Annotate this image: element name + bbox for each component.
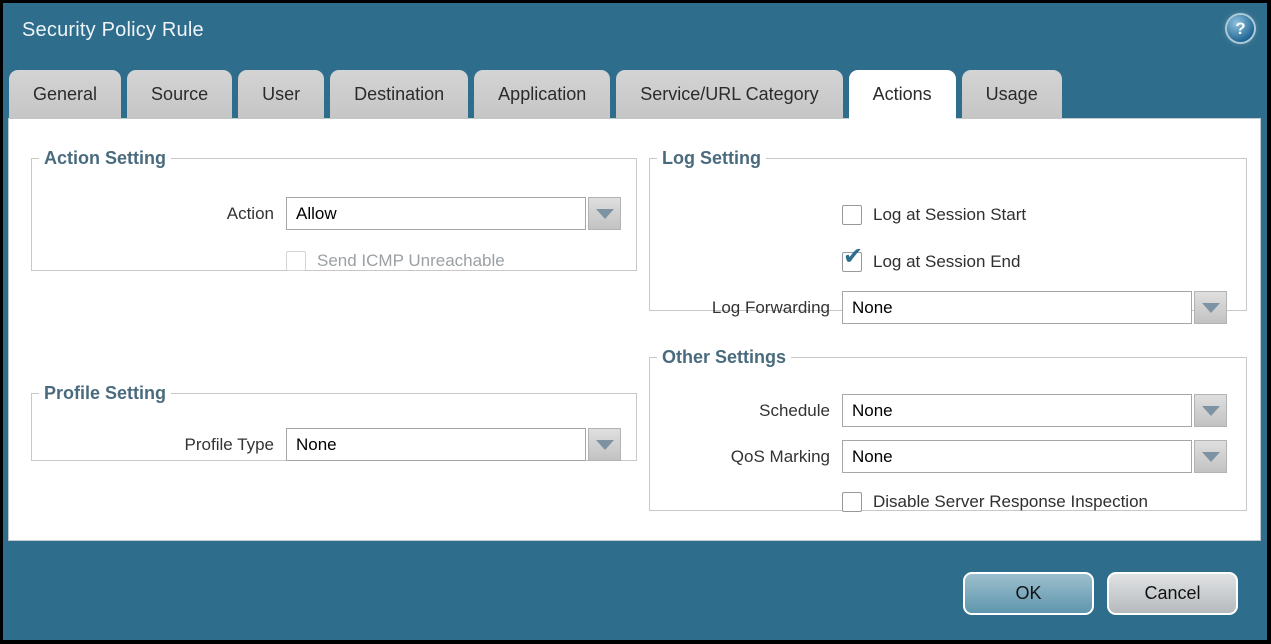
chevron-down-icon — [1202, 452, 1220, 462]
schedule-dropdown-value[interactable] — [842, 394, 1192, 427]
dsri-row: ✔ Disable Server Response Inspection — [659, 492, 1237, 512]
log-forwarding-dropdown-value[interactable] — [842, 291, 1192, 324]
log-session-start-row: ✔ Log at Session Start — [659, 205, 1237, 225]
log-session-start-label: Log at Session Start — [873, 205, 1026, 225]
tab-general[interactable]: General — [9, 70, 121, 119]
profile-type-label: Profile Type — [41, 435, 286, 455]
profile-type-dropdown-value[interactable] — [286, 428, 586, 461]
log-forwarding-dropdown — [842, 291, 1227, 324]
log-forwarding-dropdown-button[interactable] — [1194, 291, 1227, 324]
send-icmp-label: Send ICMP Unreachable — [317, 251, 505, 271]
cancel-button[interactable]: Cancel — [1107, 572, 1238, 615]
dsri-checkbox[interactable]: ✔ — [842, 492, 862, 512]
send-icmp-row: ✔ Send ICMP Unreachable — [41, 251, 627, 271]
action-setting-legend: Action Setting — [39, 148, 171, 169]
dialog-title: Security Policy Rule — [22, 19, 204, 42]
tab-actions[interactable]: Actions — [849, 70, 956, 119]
schedule-row: Schedule — [659, 394, 1237, 427]
ok-button[interactable]: OK — [963, 572, 1094, 615]
profile-setting-group: Profile Setting Profile Type — [31, 383, 637, 461]
action-dropdown-value[interactable] — [286, 197, 586, 230]
help-icon[interactable]: ? — [1227, 15, 1254, 42]
tab-source[interactable]: Source — [127, 70, 232, 119]
dsri-label: Disable Server Response Inspection — [873, 492, 1148, 512]
schedule-dropdown — [842, 394, 1227, 427]
qos-marking-dropdown — [842, 440, 1227, 473]
log-session-start-checkbox[interactable]: ✔ — [842, 205, 862, 225]
actions-tab-panel: Action Setting Action ✔ Send ICMP Unreac… — [8, 118, 1261, 541]
checkmark-icon: ✔ — [843, 245, 863, 269]
profile-type-dropdown — [286, 428, 621, 461]
action-dropdown-button[interactable] — [588, 197, 621, 230]
action-setting-group: Action Setting Action ✔ Send ICMP Unreac… — [31, 148, 637, 271]
qos-marking-row: QoS Marking — [659, 440, 1237, 473]
action-row: Action — [41, 197, 627, 230]
send-icmp-checkbox: ✔ — [286, 251, 306, 271]
other-settings-group: Other Settings Schedule QoS Marking — [649, 347, 1247, 511]
tab-user[interactable]: User — [238, 70, 324, 119]
tab-destination[interactable]: Destination — [330, 70, 468, 119]
tab-bar: General Source User Destination Applicat… — [9, 70, 1062, 119]
other-settings-legend: Other Settings — [657, 347, 791, 368]
schedule-label: Schedule — [659, 401, 842, 421]
log-setting-group: Log Setting ✔ Log at Session Start ✔ Log… — [649, 148, 1247, 311]
log-setting-legend: Log Setting — [657, 148, 766, 169]
log-session-end-label: Log at Session End — [873, 252, 1020, 272]
log-session-end-row: ✔ Log at Session End — [659, 252, 1237, 272]
action-label: Action — [41, 204, 286, 224]
log-forwarding-label: Log Forwarding — [659, 298, 842, 318]
profile-type-dropdown-button[interactable] — [588, 428, 621, 461]
profile-setting-legend: Profile Setting — [39, 383, 171, 404]
log-session-end-checkbox[interactable]: ✔ — [842, 252, 862, 272]
chevron-down-icon — [1202, 303, 1220, 313]
chevron-down-icon — [1202, 406, 1220, 416]
schedule-dropdown-button[interactable] — [1194, 394, 1227, 427]
tab-service-url-category[interactable]: Service/URL Category — [616, 70, 842, 119]
log-forwarding-row: Log Forwarding — [659, 291, 1237, 324]
security-policy-rule-dialog: Security Policy Rule ? General Source Us… — [0, 0, 1271, 644]
profile-type-row: Profile Type — [41, 428, 627, 461]
chevron-down-icon — [596, 440, 614, 450]
chevron-down-icon — [596, 209, 614, 219]
qos-marking-dropdown-value[interactable] — [842, 440, 1192, 473]
tab-application[interactable]: Application — [474, 70, 610, 119]
qos-marking-dropdown-button[interactable] — [1194, 440, 1227, 473]
tab-usage[interactable]: Usage — [962, 70, 1062, 119]
qos-marking-label: QoS Marking — [659, 447, 842, 467]
action-dropdown — [286, 197, 621, 230]
